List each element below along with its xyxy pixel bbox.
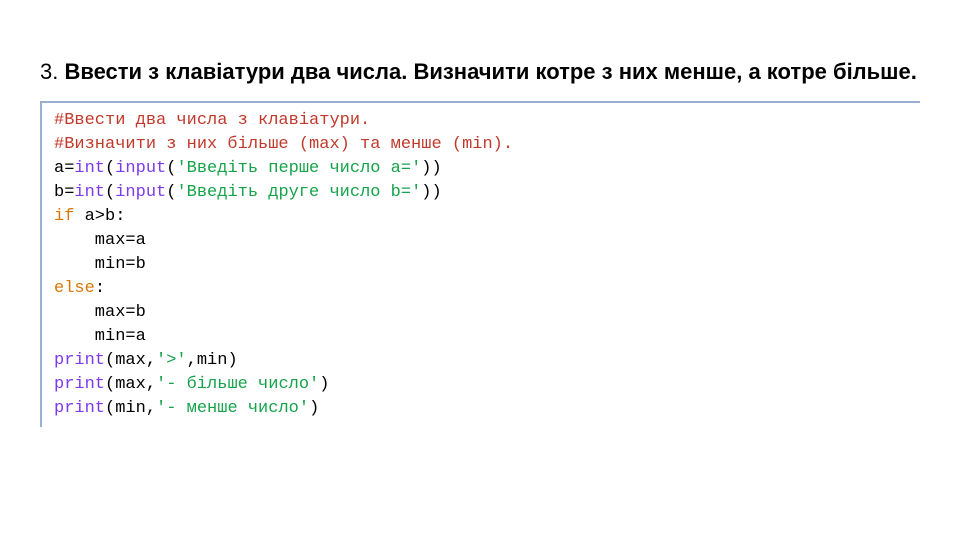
code-token: ( xyxy=(105,159,115,178)
code-content: #Ввести два числа з клавіатури. #Визначи… xyxy=(54,109,920,421)
code-token: print xyxy=(54,351,105,370)
code-token: 'Введіть друге число b=' xyxy=(176,183,421,202)
code-token: input xyxy=(115,183,166,202)
code-token: ( xyxy=(105,183,115,202)
code-token: int xyxy=(74,183,105,202)
code-token: '- менше число' xyxy=(156,399,309,418)
code-token: )) xyxy=(421,159,441,178)
code-token: )) xyxy=(421,183,441,202)
task-heading: 3. Ввести з клавіатури два числа. Визнач… xyxy=(40,58,920,87)
code-token: a= xyxy=(54,159,74,178)
code-token: a>b: xyxy=(74,207,125,226)
page: 3. Ввести з клавіатури два числа. Визнач… xyxy=(0,0,960,427)
code-token: ( xyxy=(166,183,176,202)
code-token: (min, xyxy=(105,399,156,418)
code-token: max=a xyxy=(54,231,146,250)
code-token: min=a xyxy=(54,327,146,346)
code-token: if xyxy=(54,207,74,226)
code-token: input xyxy=(115,159,166,178)
code-token: min=b xyxy=(54,255,146,274)
code-comment-2: #Визначити з них більше (max) та менше (… xyxy=(54,135,513,154)
code-token: 'Введіть перше число a=' xyxy=(176,159,421,178)
code-token: ) xyxy=(319,375,329,394)
code-token: : xyxy=(95,279,105,298)
code-token: print xyxy=(54,375,105,394)
code-token: ( xyxy=(166,159,176,178)
code-token: (max, xyxy=(105,351,156,370)
code-token: '- більше число' xyxy=(156,375,319,394)
task-text: Ввести з клавіатури два числа. Визначити… xyxy=(64,59,916,84)
code-token: ,min) xyxy=(187,351,238,370)
code-block: #Ввести два числа з клавіатури. #Визначи… xyxy=(40,101,920,427)
code-token: max=b xyxy=(54,303,146,322)
code-token: else xyxy=(54,279,95,298)
task-number: 3. xyxy=(40,59,64,84)
code-token: '>' xyxy=(156,351,187,370)
code-comment-1: #Ввести два числа з клавіатури. xyxy=(54,111,370,130)
code-token: ) xyxy=(309,399,319,418)
code-token: (max, xyxy=(105,375,156,394)
code-token: int xyxy=(74,159,105,178)
code-token: b= xyxy=(54,183,74,202)
code-token: print xyxy=(54,399,105,418)
